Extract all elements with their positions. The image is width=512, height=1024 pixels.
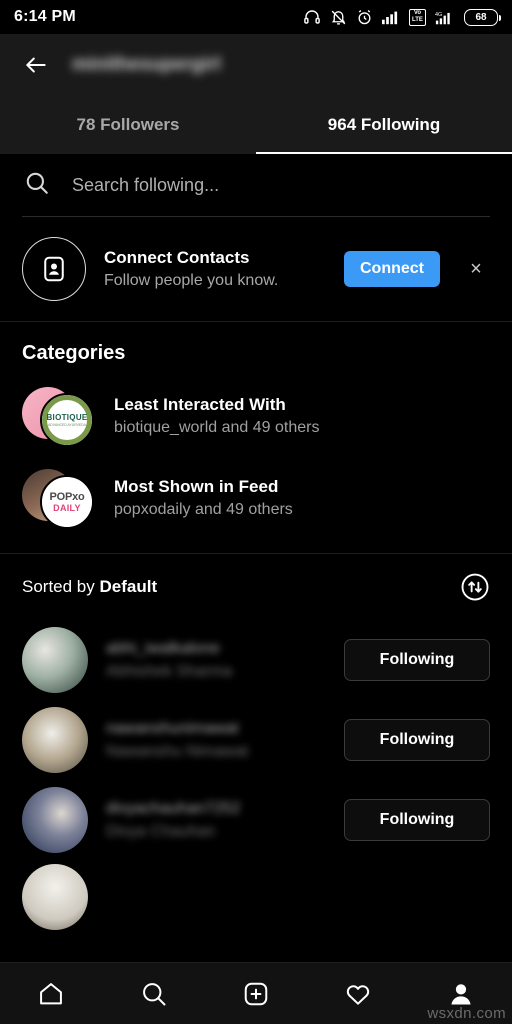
popxo-logo-icon: POPxo DAILY (42, 477, 92, 527)
category-subtitle: popxodaily and 49 others (114, 501, 293, 518)
page-header: minithesupergirl 78 Followers 964 Follow… (0, 34, 512, 154)
user-fullname: Abhishek Sharma (106, 662, 233, 680)
main-content: Connect Contacts Follow people you know.… (0, 154, 512, 962)
avatar (22, 787, 88, 853)
user-handle: nawanshunimawat (106, 719, 239, 737)
nav-home-button[interactable] (22, 969, 80, 1019)
avatar-front-popxo: POPxo DAILY (40, 475, 94, 529)
followers-following-tabs: 78 Followers 964 Following (0, 96, 512, 154)
headphones-icon (304, 10, 320, 24)
popxo-label: POPxo (49, 491, 85, 503)
category-subtitle: biotique_world and 49 others (114, 419, 320, 436)
back-button[interactable] (16, 45, 56, 85)
sort-prefix: Sorted by (22, 577, 100, 596)
sort-value: Default (99, 577, 158, 596)
page-title: minithesupergirl (72, 54, 221, 75)
add-post-icon (244, 982, 268, 1005)
sort-arrows-icon[interactable] (460, 572, 490, 602)
avatar (22, 707, 88, 773)
following-button[interactable]: Following (344, 639, 490, 681)
heart-icon (347, 984, 370, 1005)
categories-heading: Categories (22, 342, 126, 364)
category-avatar-stack: BIOTIQUE ADVANCED AYURVEDA (22, 385, 96, 447)
user-handle: divyachauhan7252 (106, 799, 241, 817)
sort-bar: Sorted by Default (0, 554, 512, 620)
category-text-block: Most Shown in Feed popxodaily and 49 oth… (114, 477, 490, 519)
signal-bars-icon (382, 11, 398, 25)
volte-top: Vo (413, 10, 422, 16)
battery-icon: 68 (464, 8, 501, 26)
connect-button[interactable]: Connect (344, 251, 440, 287)
contact-card-icon (22, 237, 86, 301)
tab-following[interactable]: 964 Following (256, 96, 512, 154)
close-icon[interactable]: × (462, 255, 490, 283)
user-text-block: nawanshunimawat Nawanshu Nimawat (106, 720, 326, 761)
user-fullname: Divya Chauhan (106, 822, 216, 840)
app-root: 6:14 PM Vo LTE 4G 68 minithesupergirl 78… (0, 0, 512, 1024)
biotique-logo-icon: BIOTIQUE ADVANCED AYURVEDA (42, 395, 92, 445)
status-time: 6:14 PM (14, 8, 76, 25)
category-title: Most Shown in Feed (114, 477, 279, 496)
biotique-label: BIOTIQUE (46, 413, 88, 422)
category-text-block: Least Interacted With biotique_world and… (114, 395, 490, 437)
list-item[interactable]: nawanshunimawat Nawanshu Nimawat Followi… (0, 700, 512, 780)
status-bar: 6:14 PM Vo LTE 4G 68 (0, 0, 512, 34)
nav-activity-button[interactable] (329, 969, 387, 1019)
profile-icon (451, 983, 471, 1004)
popxo-sublabel: DAILY (53, 503, 81, 513)
user-text-block: divyachauhan7252 Divya Chauhan (106, 800, 326, 841)
volte-icon: Vo LTE (409, 8, 426, 26)
list-item[interactable]: divyachauhan7252 Divya Chauhan Following (0, 780, 512, 860)
site-watermark: wsxdn.com (427, 1005, 506, 1022)
signal-bars-4g-icon: 4G (435, 12, 450, 25)
sort-label: Sorted by Default (22, 577, 157, 597)
back-arrow-icon (26, 57, 46, 73)
header-top-bar: minithesupergirl (0, 34, 512, 96)
list-item-partial[interactable] (0, 860, 512, 937)
nav-search-button[interactable] (125, 969, 183, 1019)
search-icon (24, 170, 50, 201)
user-text-block: abhi_iwalkalone Abhishek Sharma (106, 640, 326, 681)
tab-followers[interactable]: 78 Followers (0, 96, 256, 154)
user-fullname: Nawanshu Nimawat (106, 742, 249, 760)
search-input[interactable] (72, 174, 488, 196)
following-button[interactable]: Following (344, 799, 490, 841)
category-title: Least Interacted With (114, 395, 286, 414)
user-handle: abhi_iwalkalone (106, 639, 220, 657)
nav-add-post-button[interactable] (227, 969, 285, 1019)
category-row-most-shown[interactable]: POPxo DAILY Most Shown in Feed popxodail… (0, 457, 512, 539)
alarm-icon (358, 9, 371, 24)
avatar (22, 864, 88, 930)
avatar-front-biotique: BIOTIQUE ADVANCED AYURVEDA (40, 393, 94, 447)
status-icon-group: Vo LTE 4G 68 (303, 8, 501, 26)
volte-bottom: LTE (412, 17, 423, 23)
category-row-least-interacted[interactable]: BIOTIQUE ADVANCED AYURVEDA Least Interac… (0, 375, 512, 457)
svg-text:4G: 4G (435, 12, 442, 18)
connect-contacts-card: Connect Contacts Follow people you know.… (0, 217, 512, 321)
connect-contacts-title: Connect Contacts (104, 248, 250, 267)
connect-contacts-text: Connect Contacts Follow people you know. (104, 248, 326, 290)
avatar (22, 627, 88, 693)
battery-level: 68 (475, 11, 487, 23)
category-avatar-stack: POPxo DAILY (22, 467, 96, 529)
connect-contacts-subtitle: Follow people you know. (104, 272, 279, 289)
home-icon (40, 982, 63, 1004)
search-bar[interactable] (0, 154, 512, 216)
bell-off-icon (331, 10, 346, 25)
biotique-sublabel: ADVANCED AYURVEDA (48, 423, 86, 427)
following-button[interactable]: Following (344, 719, 490, 761)
search-icon (142, 982, 166, 1005)
list-item[interactable]: abhi_iwalkalone Abhishek Sharma Followin… (0, 620, 512, 700)
